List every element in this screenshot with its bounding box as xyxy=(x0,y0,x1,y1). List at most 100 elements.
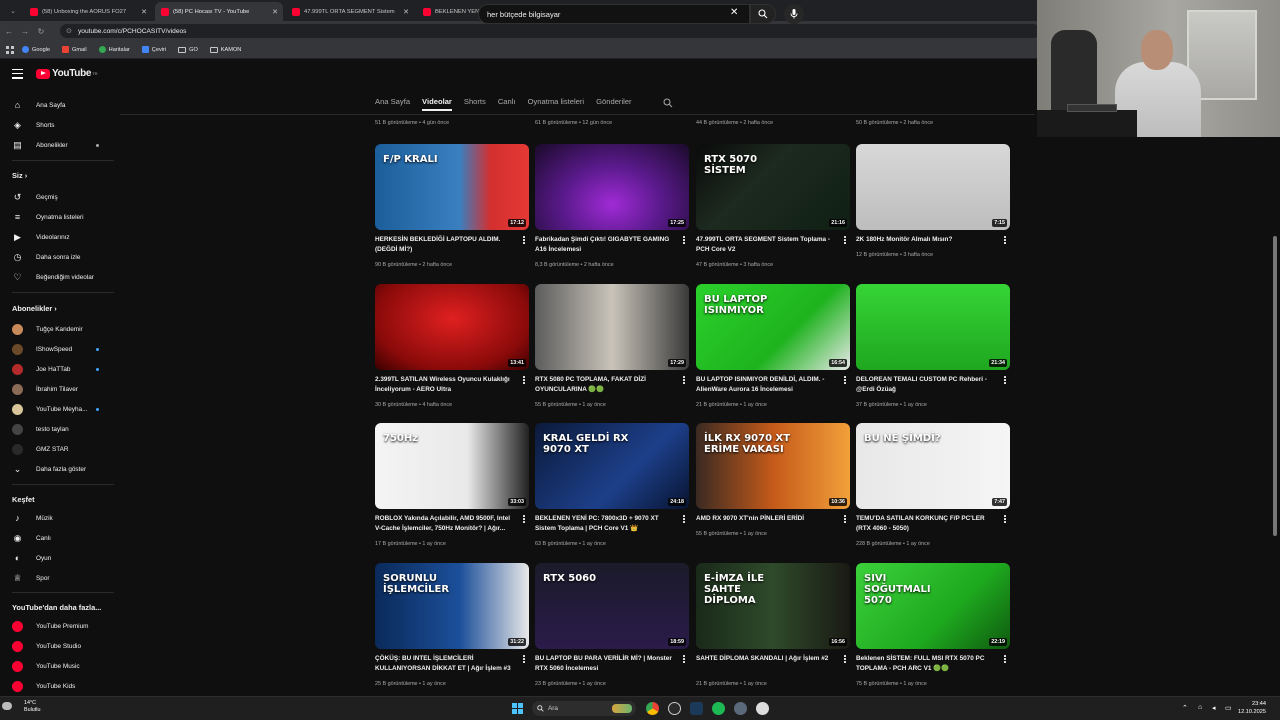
bookmark-google[interactable]: Google xyxy=(22,46,50,53)
video-title[interactable]: SAHTE DİPLOMA SKANDALI | Ağır İşlem #2 xyxy=(696,654,838,664)
video-title[interactable]: BU LAPTOP BU PARA VERİLİR Mİ? | Monster … xyxy=(535,654,677,673)
video-thumbnail[interactable]: SORUNLU İŞLEMCİLER 31:22 xyxy=(375,563,529,649)
sidebar-you-item-3[interactable]: ◷ Daha sonra izle xyxy=(0,248,118,266)
video-title[interactable]: BEKLENEN YENİ PC: 7800x3D + 9070 XT Sist… xyxy=(535,514,677,533)
windows-start-icon[interactable] xyxy=(512,703,523,714)
search-button[interactable] xyxy=(750,4,776,24)
sidebar-subs-heading[interactable]: Abonelikler › xyxy=(12,304,57,313)
video-title[interactable]: AMD RX 9070 XT'nin PİNLERİ ERİDİ xyxy=(696,514,838,524)
more-actions-icon[interactable] xyxy=(1002,515,1008,525)
video-thumbnail[interactable]: 750Hz 33:03 xyxy=(375,423,529,509)
video-thumbnail[interactable]: RTX 5060 18:59 xyxy=(535,563,689,649)
video-title[interactable]: ROBLOX Yakında Açılabilir, AMD 9500F, In… xyxy=(375,514,517,533)
more-actions-icon[interactable] xyxy=(1002,655,1008,665)
more-actions-icon[interactable] xyxy=(521,655,527,665)
clear-search-icon[interactable]: ✕ xyxy=(730,7,738,18)
sidebar-more-item-0[interactable]: YouTube Premium xyxy=(0,617,118,635)
spotify-icon[interactable] xyxy=(712,702,725,715)
forward-icon[interactable]: → xyxy=(18,27,32,36)
video-title[interactable]: 47.999TL ORTA SEGMENT Sistem Toplama - P… xyxy=(696,235,838,254)
video-title[interactable]: HERKESİN BEKLEDİĞİ LAPTOPU ALDIM. (DEĞDİ… xyxy=(375,235,517,254)
video-thumbnail[interactable]: 17:25 xyxy=(535,144,689,230)
close-tab-icon[interactable]: ✕ xyxy=(403,8,409,16)
video-thumbnail[interactable]: BU LAPTOP ISINMIYOR 16:54 xyxy=(696,284,850,370)
more-actions-icon[interactable] xyxy=(681,236,687,246)
more-actions-icon[interactable] xyxy=(681,376,687,386)
taskbar-search[interactable]: Ara xyxy=(532,701,636,716)
more-actions-icon[interactable] xyxy=(521,376,527,386)
menu-icon[interactable] xyxy=(12,69,23,82)
chrome-icon[interactable] xyxy=(646,702,659,715)
network-icon[interactable]: ⌂ xyxy=(1198,704,1202,711)
subscription-item[interactable]: İbrahim Tilaver xyxy=(0,380,118,398)
video-thumbnail[interactable]: F/P KRALI 17:12 xyxy=(375,144,529,230)
video-title[interactable]: RTX 5080 PC TOPLAMA, FAKAT DİZİ OYUNCULA… xyxy=(535,375,677,394)
tab-0[interactable]: Ana Sayfa xyxy=(375,97,410,106)
bookmark-translate[interactable]: Çeviri xyxy=(141,46,166,53)
video-title[interactable]: Beklenen SİSTEM: FULL MSI RTX 5070 PC TO… xyxy=(856,654,998,673)
weather-widget[interactable]: 14°C Bulutlu xyxy=(24,700,40,714)
search-input[interactable]: her bütçede bilgisayar xyxy=(478,4,750,24)
video-title[interactable]: DELOREAN TEMALI CUSTOM PC Rehberi - @Erd… xyxy=(856,375,998,394)
browser-app-icon[interactable] xyxy=(668,702,681,715)
bookmark-gmail[interactable]: Gmail xyxy=(62,46,87,53)
video-title[interactable]: ÇÖKÜŞ: BU INTEL İŞLEMCİLERİ KULLANIYORSA… xyxy=(375,654,517,673)
sidebar-you-item-0[interactable]: ↺ Geçmiş xyxy=(0,188,118,206)
video-thumbnail[interactable]: İLK RX 9070 XT ERİME VAKASI 10:36 xyxy=(696,423,850,509)
browser-tab[interactable]: (58) PC Hocası TV - YouTube ✕ xyxy=(155,2,283,21)
bookmark-maps[interactable]: Haritalar xyxy=(98,46,130,53)
more-actions-icon[interactable] xyxy=(842,515,848,525)
video-title[interactable]: 2.399TL SATILAN Wireless Oyuncu Kulaklığ… xyxy=(375,375,517,394)
sidebar-explore-heading[interactable]: Keşfet xyxy=(12,495,35,504)
settings-icon[interactable] xyxy=(734,702,747,715)
reload-icon[interactable]: ↻ xyxy=(34,27,48,36)
video-thumbnail[interactable]: 13:41 xyxy=(375,284,529,370)
video-title[interactable]: Fabrikadan Şimdi Çıktı! GIGABYTE GAMING … xyxy=(535,235,677,254)
tab-5[interactable]: Gönderiler xyxy=(596,97,631,106)
sidebar-explore-item-1[interactable]: ◉ Canlı xyxy=(0,529,118,547)
browser-tab[interactable]: (58) Unboxing the AORUS FO27 ✕ xyxy=(24,2,152,21)
sidebar-you-item-1[interactable]: ≡ Oynatma listeleri xyxy=(0,208,118,226)
subscription-item[interactable]: Joe HaTTab xyxy=(0,360,118,378)
more-actions-icon[interactable] xyxy=(1002,376,1008,386)
sidebar-more-item-1[interactable]: YouTube Studio xyxy=(0,637,118,655)
show-more-button[interactable]: ⌄ Daha fazla göster xyxy=(0,460,118,478)
more-actions-icon[interactable] xyxy=(842,236,848,246)
video-title[interactable]: TEMU'DA SATILAN KORKUNÇ F/P PC'LER (RTX … xyxy=(856,514,998,533)
channel-search-icon[interactable] xyxy=(663,95,673,113)
tab-2[interactable]: Shorts xyxy=(464,97,486,106)
apps-icon[interactable] xyxy=(6,45,14,54)
page-scrollbar[interactable] xyxy=(1273,236,1277,536)
subscription-item[interactable]: GMZ STAR xyxy=(0,440,118,458)
more-actions-icon[interactable] xyxy=(842,376,848,386)
subscription-item[interactable]: testo taylan xyxy=(0,420,118,438)
site-info-icon[interactable]: ⊙ xyxy=(66,27,72,35)
sidebar-you-item-4[interactable]: ♡ Beğendiğim videolar xyxy=(0,268,118,286)
close-tab-icon[interactable]: ✕ xyxy=(141,8,147,16)
battery-icon[interactable]: ▭ xyxy=(1225,704,1232,712)
volume-icon[interactable]: ◂ xyxy=(1212,704,1216,712)
more-actions-icon[interactable] xyxy=(521,236,527,246)
more-actions-icon[interactable] xyxy=(681,515,687,525)
video-thumbnail[interactable]: 7:15 xyxy=(856,144,1010,230)
sidebar-more-item-2[interactable]: YouTube Music xyxy=(0,657,118,675)
tab-1[interactable]: Videolar xyxy=(422,97,452,111)
url-field[interactable]: ⊙ youtube.com/c/PCHOCASITV/videos xyxy=(60,24,1040,38)
video-thumbnail[interactable]: SIVI SOĞUTMALI 5070 22:19 xyxy=(856,563,1010,649)
tab-4[interactable]: Oynatma listeleri xyxy=(528,97,585,106)
sidebar-item-1[interactable]: ◈ Shorts xyxy=(0,116,118,134)
subscription-item[interactable]: Tuğçe Kandemir xyxy=(0,320,118,338)
close-tab-icon[interactable]: ✕ xyxy=(272,8,278,16)
video-thumbnail[interactable]: E-İMZA İLE SAHTE DİPLOMA 16:56 xyxy=(696,563,850,649)
video-thumbnail[interactable]: BU NE ŞİMDİ? 7:47 xyxy=(856,423,1010,509)
more-actions-icon[interactable] xyxy=(521,515,527,525)
tab-3[interactable]: Canlı xyxy=(498,97,516,106)
subscription-item[interactable]: IShowSpeed xyxy=(0,340,118,358)
system-clock[interactable]: 23:44 12.10.2025 xyxy=(1238,700,1266,716)
tray-expand-icon[interactable]: ⌃ xyxy=(1182,704,1188,712)
video-thumbnail[interactable]: KRAL GELDİ RX 9070 XT 24:18 xyxy=(535,423,689,509)
sidebar-explore-item-0[interactable]: ♪ Müzik xyxy=(0,509,118,527)
youtube-logo[interactable]: YouTube TR xyxy=(36,68,98,79)
sidebar-explore-item-3[interactable]: ♕ Spor xyxy=(0,569,118,587)
browser-tab[interactable]: 47.999TL ORTA SEGMENT Sistem ✕ xyxy=(286,2,414,21)
